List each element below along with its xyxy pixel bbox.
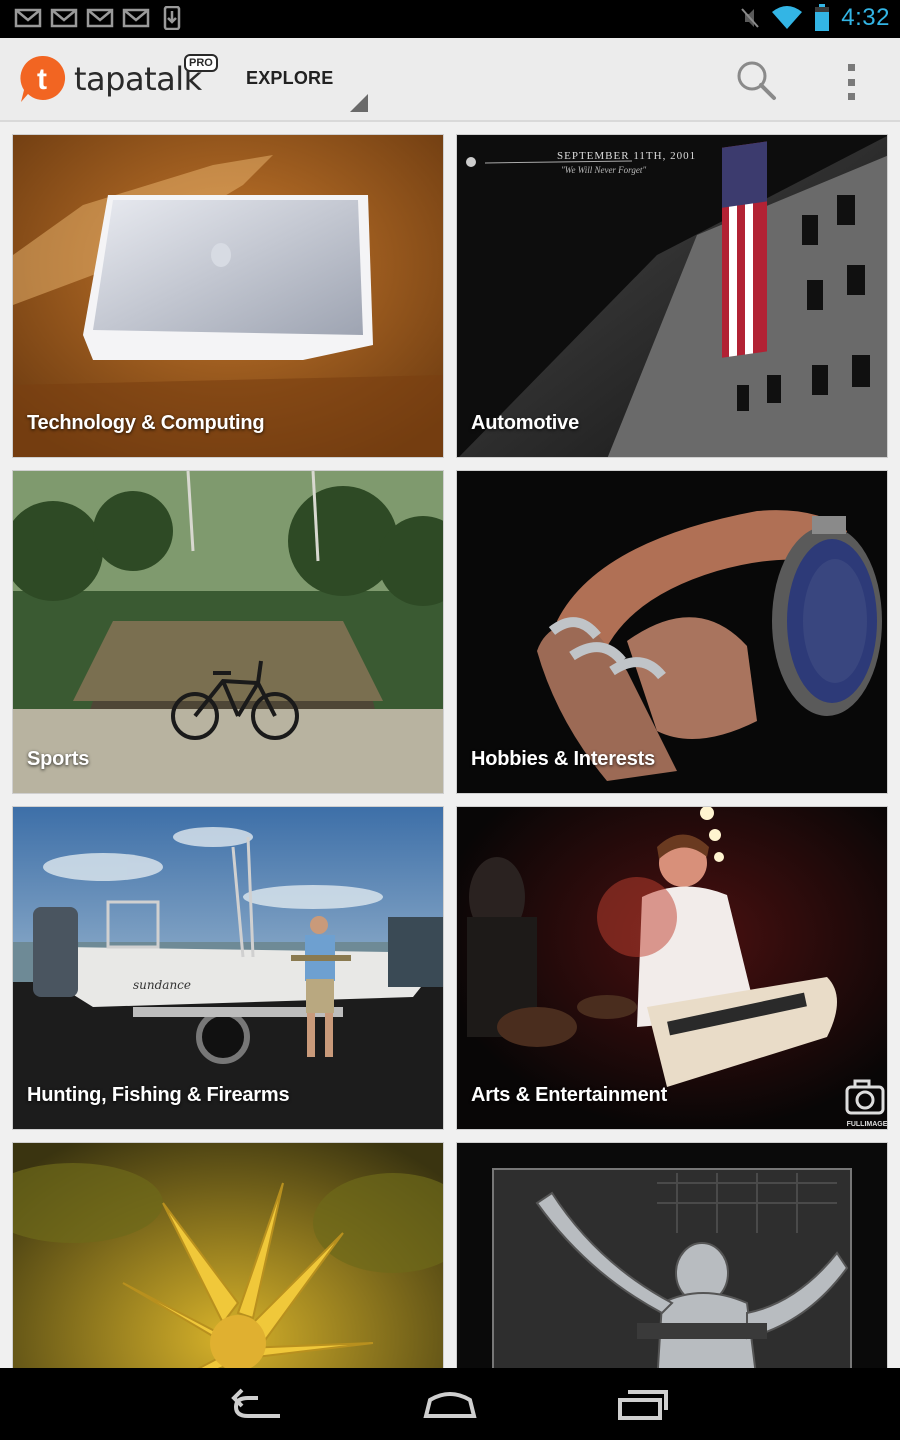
- watch-image: [457, 471, 887, 793]
- back-icon[interactable]: [218, 1382, 298, 1426]
- wifi-icon: [772, 6, 803, 29]
- category-label: Hunting, Fishing & Firearms: [27, 1084, 290, 1106]
- gmail-icon: [50, 8, 78, 28]
- category-label: Hobbies & Interests: [471, 748, 656, 770]
- notification-icons: [14, 6, 186, 30]
- category-grid: Technology & Computing SEPTEMBER 11TH, 2…: [0, 122, 900, 1368]
- home-icon[interactable]: [410, 1382, 490, 1426]
- laptop-image: [13, 135, 443, 457]
- system-nav-bar: [0, 1368, 900, 1440]
- explore-spinner[interactable]: EXPLORE: [246, 68, 370, 114]
- svg-text:t: t: [37, 63, 47, 96]
- gmail-icon: [122, 8, 150, 28]
- category-tile-automotive[interactable]: SEPTEMBER 11TH, 2001 "We Will Never Forg…: [456, 134, 888, 458]
- spinner-triangle-icon: [350, 94, 368, 112]
- boat-image: sundance: [13, 807, 443, 1129]
- category-label: Arts & Entertainment: [471, 1084, 668, 1106]
- category-label: Technology & Computing: [27, 412, 265, 434]
- search-icon[interactable]: [734, 58, 778, 102]
- app-name: tapatalk: [74, 60, 202, 98]
- category-label: Sports: [27, 748, 90, 770]
- photo-watermark-text: FULLIMAGE: [847, 1121, 888, 1128]
- plant-image: [13, 1143, 443, 1368]
- overflow-menu-icon[interactable]: [836, 62, 866, 102]
- armored-warrior-image: [457, 1143, 887, 1368]
- guitarist-image: FULLIMAGE: [457, 807, 888, 1129]
- app-logo[interactable]: t tapatalk PRO: [18, 54, 218, 104]
- category-label: Automotive: [471, 412, 580, 434]
- category-tile-plant[interactable]: [12, 1142, 444, 1368]
- building-flag-image: SEPTEMBER 11TH, 2001 "We Will Never Forg…: [457, 135, 887, 457]
- image-caption-motto: "We Will Never Forget": [561, 165, 646, 175]
- category-tile-games[interactable]: [456, 1142, 888, 1368]
- category-tile-sports[interactable]: Sports: [12, 470, 444, 794]
- tapatalk-logo-icon: t: [20, 55, 66, 102]
- category-tile-hunting[interactable]: sundance Hunting, Fishing & Firearms: [12, 806, 444, 1130]
- recent-apps-icon[interactable]: [602, 1382, 682, 1426]
- category-tile-arts[interactable]: FULLIMAGE Arts & Entertainment: [456, 806, 888, 1130]
- clock: 4:32: [841, 4, 890, 31]
- category-tile-hobbies[interactable]: Hobbies & Interests: [456, 470, 888, 794]
- mute-icon: [741, 8, 760, 28]
- pro-badge: PRO: [184, 54, 218, 72]
- boat-brand-text: sundance: [133, 978, 191, 992]
- gmail-icon: [86, 8, 114, 28]
- action-bar: t tapatalk PRO EXPLORE: [0, 38, 900, 122]
- gmail-icon: [14, 8, 42, 28]
- bicycle-forest-image: [13, 471, 443, 793]
- status-bar: 4:32: [0, 0, 900, 38]
- battery-icon: [815, 4, 830, 31]
- nav-label: EXPLORE: [246, 68, 334, 88]
- image-caption-date: SEPTEMBER 11TH, 2001: [557, 150, 696, 162]
- download-icon: [163, 6, 181, 30]
- category-tile-technology[interactable]: Technology & Computing: [12, 134, 444, 458]
